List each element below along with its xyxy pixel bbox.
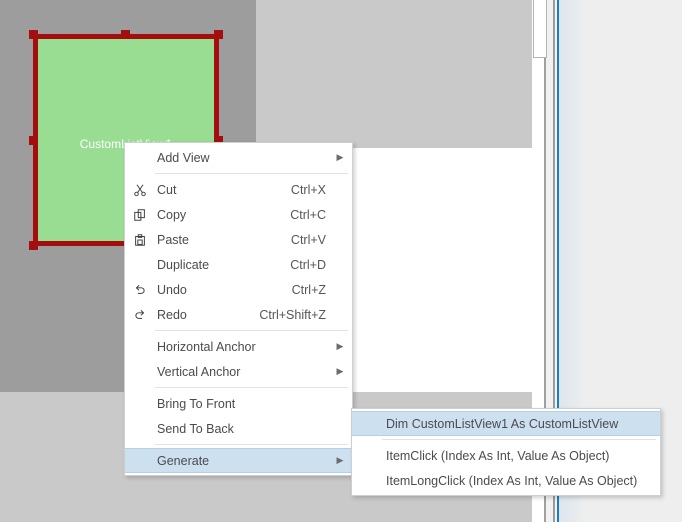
generate-submenu-item-label: ItemClick (Index As Int, Value As Object…	[386, 448, 610, 463]
context-menu-item-label: Send To Back	[157, 421, 234, 436]
context-menu-item-label: Paste	[157, 232, 189, 247]
generate-submenu-item-itemclick-index-as-int-value-as-object[interactable]: ItemClick (Index As Int, Value As Object…	[352, 443, 660, 468]
generate-submenu-separator	[382, 439, 656, 440]
redo-icon	[125, 308, 155, 322]
context-menu-item-label: Undo	[157, 282, 187, 297]
generate-submenu-item-label: Dim CustomListView1 As CustomListView	[386, 416, 619, 431]
context-menu-item-label: Vertical Anchor	[157, 364, 241, 379]
context-menu-item-label: Copy	[157, 207, 187, 222]
context-menu-item-undo[interactable]: Undo Ctrl+Z	[125, 277, 352, 302]
submenu-arrow-icon: ▶	[336, 455, 344, 465]
context-menu-item-label: Bring To Front	[157, 396, 236, 411]
submenu-arrow-icon: ▶	[336, 341, 344, 351]
context-menu-item-shortcut: Ctrl+Shift+Z	[259, 307, 326, 322]
paste-icon	[125, 233, 155, 247]
context-menu-separator	[155, 444, 348, 445]
context-menu-item-duplicate[interactable]: Duplicate Ctrl+D	[125, 252, 352, 277]
resize-handle-bottom-left[interactable]	[29, 241, 38, 250]
designer-canvas-surround-top[interactable]	[256, 0, 532, 148]
context-menu-item-add-view[interactable]: Add View ▶	[125, 145, 352, 170]
context-menu-item-shortcut: Ctrl+V	[290, 232, 326, 247]
generate-submenu-item-dim-customlistview1-as-customlistview[interactable]: Dim CustomListView1 As CustomListView	[352, 411, 660, 436]
resize-handle-top-middle[interactable]	[121, 30, 130, 39]
cut-icon	[125, 183, 155, 197]
context-menu-item-shortcut: Ctrl+C	[290, 207, 326, 222]
resize-handle-middle-left[interactable]	[29, 136, 38, 145]
undo-icon	[125, 283, 155, 297]
context-menu-item-shortcut: Ctrl+D	[290, 257, 326, 272]
generate-submenu-item-itemlongclick-index-as-int-value-as-object[interactable]: ItemLongClick (Index As Int, Value As Ob…	[352, 468, 660, 493]
copy-icon	[125, 208, 155, 222]
designer-screen: CustomListView1 Add View▶CutCtrl+XCopyCt…	[0, 0, 682, 522]
context-menu-item-label: Horizontal Anchor	[157, 339, 256, 354]
context-menu-separator	[155, 173, 348, 174]
context-menu-item-shortcut: Ctrl+X	[290, 182, 326, 197]
context-menu-item-bring-to-front[interactable]: Bring To Front	[125, 391, 352, 416]
resize-handle-top-right[interactable]	[214, 30, 223, 39]
context-menu-item-label: Redo	[157, 307, 187, 322]
generate-submenu-item-label: ItemLongClick (Index As Int, Value As Ob…	[386, 473, 638, 488]
context-menu-item-label: Duplicate	[157, 257, 210, 272]
context-menu-item-redo[interactable]: Redo Ctrl+Shift+Z	[125, 302, 352, 327]
context-menu-item-vertical-anchor[interactable]: Vertical Anchor ▶	[125, 359, 352, 384]
context-menu-separator	[155, 387, 348, 388]
generate-submenu[interactable]: Dim CustomListView1 As CustomListView Ite…	[351, 408, 661, 496]
resize-handle-top-left[interactable]	[29, 30, 38, 39]
context-menu-item-copy[interactable]: Copy Ctrl+C	[125, 202, 352, 227]
context-menu-item-label: Cut	[157, 182, 177, 197]
submenu-arrow-icon: ▶	[336, 152, 344, 162]
context-menu[interactable]: Add View ▶ Cut Ctrl+X Copy Ctrl+C Paste Ctrl+V D…	[124, 142, 353, 476]
panel-tab-handle[interactable]	[533, 0, 547, 58]
context-menu-item-horizontal-anchor[interactable]: Horizontal Anchor ▶	[125, 334, 352, 359]
context-menu-item-send-to-back[interactable]: Send To Back	[125, 416, 352, 441]
context-menu-item-label: Add View	[157, 150, 210, 165]
context-menu-separator	[155, 330, 348, 331]
context-menu-item-paste[interactable]: Paste Ctrl+V	[125, 227, 352, 252]
context-menu-item-label: Generate	[157, 453, 210, 468]
submenu-arrow-icon: ▶	[336, 366, 344, 376]
context-menu-item-generate[interactable]: Generate ▶	[125, 448, 352, 473]
context-menu-item-shortcut: Ctrl+Z	[291, 282, 326, 297]
context-menu-item-cut[interactable]: Cut Ctrl+X	[125, 177, 352, 202]
